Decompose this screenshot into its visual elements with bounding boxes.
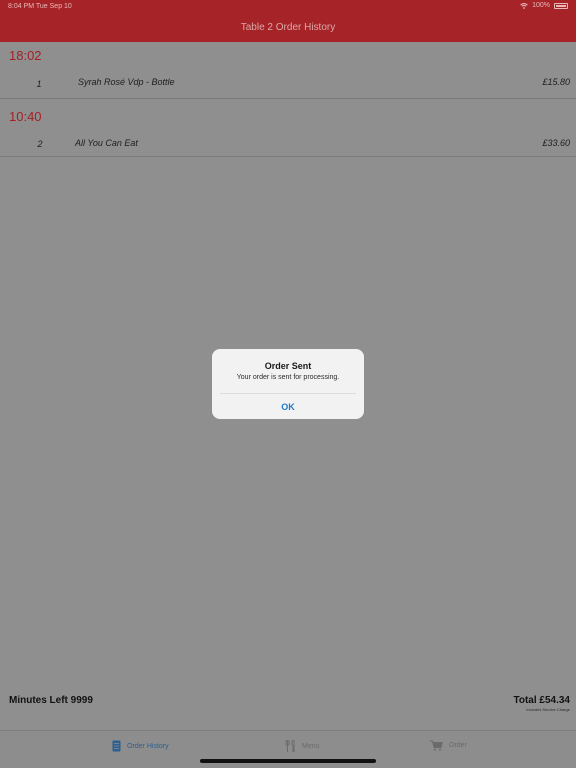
home-indicator[interactable] — [200, 759, 376, 763]
tab-label: Order History — [127, 742, 169, 750]
order-sent-dialog: Order Sent Your order is sent for proces… — [212, 349, 364, 419]
item-quantity: 2 — [37, 139, 43, 149]
tab-order-history[interactable]: Order History — [112, 740, 169, 752]
battery-icon — [554, 2, 568, 9]
item-price: £33.60 — [542, 138, 570, 148]
item-quantity: 1 — [36, 79, 42, 89]
service-charge-note: Includes Service Charge — [526, 707, 570, 712]
tab-label: Menu — [302, 742, 320, 750]
status-time: 8:04 PM Tue Sep 10 — [8, 3, 72, 10]
order-row: 2 All You Can Eat £33.60 — [0, 127, 576, 157]
dialog-title: Order Sent — [264, 361, 312, 371]
minutes-left: Minutes Left 9999 — [9, 695, 93, 706]
fork-knife-icon — [285, 740, 295, 752]
tab-order[interactable]: Order — [430, 740, 467, 751]
order-total: Total £54.34 — [513, 695, 570, 706]
status-indicators: 100% — [520, 2, 568, 9]
item-name: Syrah Rosé Vdp - Bottle — [78, 77, 175, 87]
order-time: 18:02 — [9, 48, 42, 63]
header-bar: 8:04 PM Tue Sep 10 100% Table 2 Order Hi… — [0, 0, 576, 42]
page-title: Table 2 Order History — [240, 22, 336, 33]
order-row: 1 Syrah Rosé Vdp - Bottle £15.80 — [0, 69, 576, 99]
battery-percent: 100% — [532, 2, 550, 9]
document-icon — [112, 740, 121, 752]
wifi-icon — [520, 2, 528, 9]
item-price: £15.80 — [542, 77, 570, 87]
dialog-divider — [220, 393, 356, 394]
ok-button[interactable]: OK — [212, 399, 364, 415]
tab-label: Order — [449, 742, 467, 749]
item-name: All You Can Eat — [75, 138, 138, 148]
order-time: 10:40 — [9, 109, 42, 124]
dialog-message: Your order is sent for processing. — [236, 374, 340, 381]
cart-icon — [430, 740, 443, 751]
tab-menu[interactable]: Menu — [285, 740, 320, 752]
